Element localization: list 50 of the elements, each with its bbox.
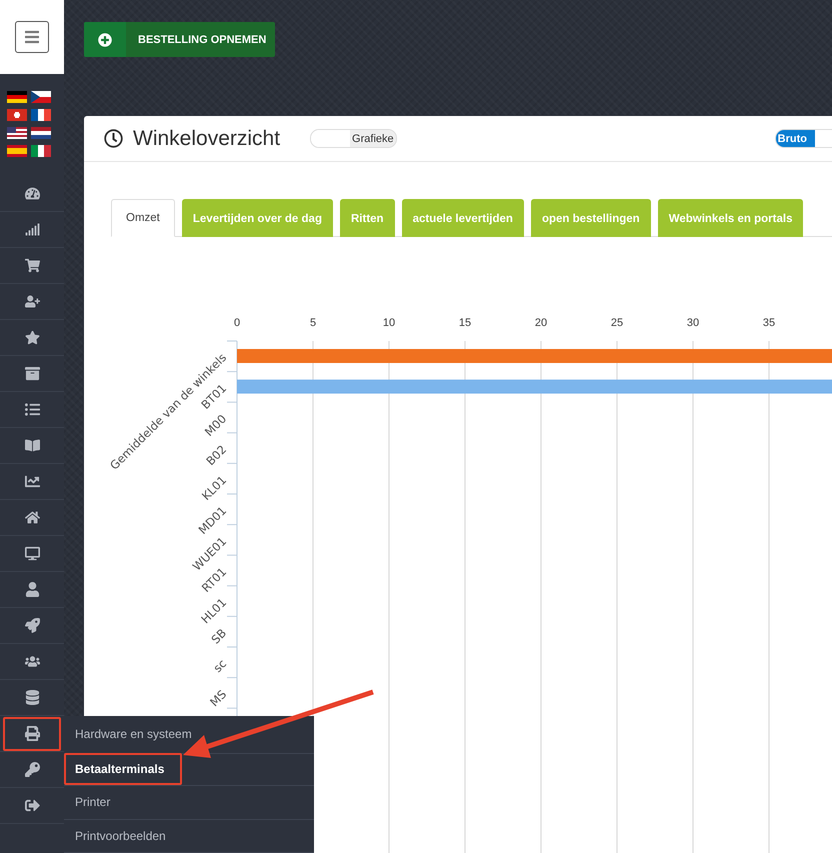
axis-tick-label: 35 — [762, 317, 776, 329]
tab[interactable]: Omzet — [111, 199, 175, 237]
database-icon — [24, 690, 40, 705]
category-label: SB — [208, 626, 230, 647]
axis-tick-label: 5 — [310, 317, 316, 329]
add-user-icon — [24, 294, 40, 309]
toggle-switch[interactable]: Grafieke — [310, 129, 397, 148]
flag-icon[interactable] — [31, 91, 51, 103]
order-button[interactable]: BESTELLING OPNEMEN — [84, 22, 275, 57]
clock-icon — [104, 129, 123, 148]
list-icon — [24, 402, 40, 417]
toggle-label: Grafieke — [350, 130, 396, 147]
book-icon — [24, 438, 40, 453]
sidebar-item[interactable] — [3, 716, 61, 750]
toggle-switch[interactable]: Bruto — [774, 129, 832, 148]
add-icon — [98, 32, 112, 46]
submenu-item[interactable]: Hardware en systeem — [64, 718, 210, 750]
axis-tick-label: 10 — [382, 317, 396, 329]
toggle-label: Bruto — [776, 130, 815, 147]
star-icon — [24, 330, 40, 345]
submenu-item[interactable]: Printvoorbeelden — [64, 820, 184, 852]
bar-chart-icon — [24, 222, 40, 237]
axis-tick-label: 30 — [686, 317, 700, 329]
card-title: Winkeloverzicht — [133, 126, 280, 150]
submenu-item[interactable]: Betaalterminals — [64, 753, 182, 786]
rocket-icon — [24, 618, 40, 633]
axis-tick-label: 25 — [610, 317, 624, 329]
users-icon — [24, 654, 40, 669]
category-label: MS — [207, 687, 230, 710]
gauge-icon — [24, 186, 40, 201]
axis-tick-label: 20 — [534, 317, 548, 329]
flag-icon[interactable] — [31, 109, 51, 121]
menu-button[interactable] — [15, 21, 49, 53]
axis-tick-label: 15 — [458, 317, 472, 329]
axis-tick-label: 0 — [234, 317, 240, 329]
home-icon — [24, 510, 40, 525]
monitor-icon — [24, 546, 40, 561]
line-chart-icon — [24, 474, 40, 489]
cart-icon — [24, 258, 40, 273]
user-icon — [24, 582, 40, 597]
submenu-item[interactable]: Printer — [64, 786, 128, 818]
menu-icon — [24, 29, 40, 45]
flag-icon[interactable] — [31, 127, 51, 139]
printer-icon — [24, 726, 40, 741]
category-label: sc — [210, 656, 230, 676]
logout-icon — [24, 798, 40, 813]
key-icon — [24, 762, 40, 777]
flag-icon[interactable] — [7, 91, 27, 103]
flag-icon[interactable] — [7, 127, 27, 139]
archive-icon — [24, 366, 40, 381]
